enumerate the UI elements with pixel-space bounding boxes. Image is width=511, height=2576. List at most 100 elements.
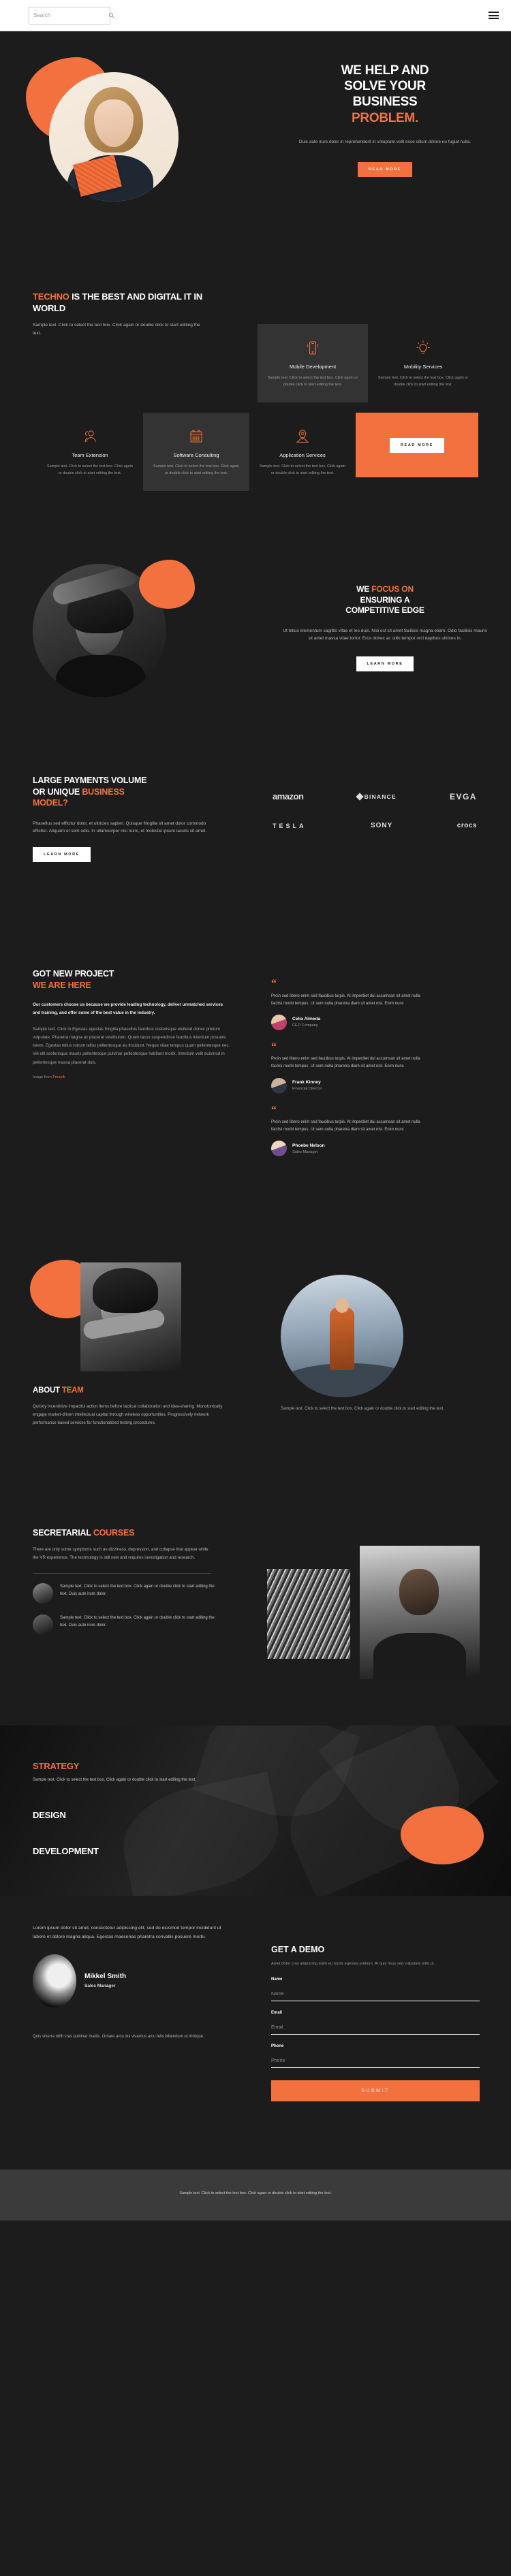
quote-mark-icon: “ — [271, 978, 277, 989]
services-grid-row-2: Team Extension Sample text. Click to sel… — [37, 413, 356, 491]
payments-title-line-2-white: OR UNIQUE — [33, 786, 82, 797]
testimonial-author: Frank Kinney Financial Director — [271, 1077, 482, 1094]
service-card-mobile-development[interactable]: Mobile Development Sample text. Click to… — [258, 324, 368, 402]
strategy-step-development[interactable]: DEVELOPMENT — [33, 1846, 203, 1856]
page-footer: Sample text. Click to select the text bo… — [0, 2169, 511, 2221]
courses-title-white: SECRETARIAL — [33, 1528, 93, 1538]
list-item[interactable]: Sample text. Click to select the text bo… — [33, 1614, 218, 1635]
payments-title: LARGE PAYMENTS VOLUME OR UNIQUE BUSINESS… — [33, 775, 223, 809]
list-item[interactable]: Sample text. Click to select the text bo… — [33, 1583, 218, 1604]
services-grid-row-1: Mobile Development Sample text. Click to… — [258, 324, 478, 402]
decorative-orange-blob — [139, 560, 195, 609]
testimonial-author-name: Celia Almeda — [292, 1017, 321, 1022]
courses-portrait-body — [373, 1633, 466, 1679]
strategy-section: STRATEGY Sample text. Click to select th… — [0, 1726, 511, 1896]
service-card-software-consulting[interactable]: Software Consulting Sample text. Click t… — [143, 413, 249, 491]
about-title-white: ABOUT — [33, 1386, 62, 1395]
form-field-phone: Phone — [271, 2044, 480, 2068]
testimonial-author-role: Sales Manager — [292, 1149, 318, 1154]
courses-portrait-face — [399, 1569, 439, 1615]
service-card-team-extension[interactable]: Team Extension Sample text. Click to sel… — [37, 413, 143, 491]
focus-text: Ut tellus elementum sagittis vitae et le… — [283, 628, 487, 641]
courses-text: There are only some symptoms such as diz… — [33, 1547, 208, 1560]
hero-title-line-4: PROBLEM. — [352, 110, 418, 125]
service-card-text: Sample text. Click to select the text bo… — [267, 376, 358, 387]
quote-mark-icon: “ — [271, 1040, 277, 1053]
demo-person-name: Mikkel Smith — [84, 1973, 127, 1981]
get-a-demo-section: Lorem ipsum dolor sit amet, consectetur … — [0, 1896, 511, 2169]
strategy-step-design[interactable]: DESIGN — [33, 1810, 203, 1820]
service-card-title: Application Services — [279, 452, 326, 458]
image-credit-link[interactable]: Freepik — [52, 1075, 65, 1079]
brand-logo-evga: EVGA — [449, 791, 477, 801]
service-card-mobility-services[interactable]: Mobility Services Sample text. Click to … — [368, 324, 478, 402]
divider — [33, 1572, 211, 1574]
users-icon — [46, 428, 134, 445]
services-heading-block: TECHNO IS THE BEST AND DIGITAL IT IN WOR… — [33, 291, 237, 337]
testimonials-lead: Our customers choose us because we provi… — [33, 1002, 223, 1016]
testimonial-text: Proin sed libero enim sed faucibus turpi… — [271, 993, 420, 1006]
form-field-email: Email — [271, 2011, 480, 2035]
hero-read-more-button[interactable]: READ MORE — [357, 161, 412, 177]
testimonials-section: GOT NEW PROJECT WE ARE HERE Our customer… — [0, 941, 511, 1224]
quote-mark-icon: “ — [271, 1104, 277, 1116]
phone-field[interactable] — [271, 2056, 480, 2068]
service-card-title: Mobile Development — [289, 364, 337, 370]
testimonial-author-role: CEO Company — [292, 1023, 318, 1028]
service-card-title: Software Consulting — [173, 452, 219, 458]
service-card-text: Sample text. Click to select the text bo… — [47, 464, 133, 475]
focus-title-line-2: ENSURING A — [360, 594, 410, 605]
service-card-title: Team Extension — [72, 452, 108, 458]
services-cta-block: READ MORE — [356, 413, 478, 477]
service-card-application-services[interactable]: Application Services Sample text. Click … — [249, 413, 356, 491]
map-pin-icon — [259, 428, 346, 445]
focus-title: WE FOCUS ON ENSURING A COMPETITIVE EDGE — [283, 584, 487, 616]
focus-title-accent: FOCUS ON — [371, 584, 414, 594]
courses-section: SECRETARIAL COURSES There are only some … — [0, 1504, 511, 1726]
payments-learn-more-button[interactable]: LEARN MORE — [33, 847, 91, 863]
avatar — [271, 1141, 287, 1157]
hero-subtitle: Duis aute irure dolor in reprehenderit i… — [298, 139, 471, 144]
testimonials-title: GOT NEW PROJECT WE ARE HERE — [33, 968, 237, 991]
focus-title-part1: WE — [356, 584, 372, 594]
testimonial-quote: “ Proin sed libero enim sed faucibus tur… — [271, 1040, 482, 1094]
about-team-title: ABOUT TEAM — [33, 1386, 237, 1395]
course-item-text: Sample text. Click to select the text bo… — [60, 1584, 215, 1596]
focus-learn-more-button[interactable]: LEARN MORE — [356, 656, 414, 671]
testimonials-title-line-2: WE ARE HERE — [33, 980, 91, 990]
strategy-step-strategy[interactable]: STRATEGY — [33, 1761, 203, 1771]
services-title-accent: TECHNO — [33, 291, 69, 302]
brand-logo-crocs: crocs — [456, 822, 477, 829]
about-figure-head — [335, 1298, 349, 1313]
focus-portrait-body — [56, 655, 146, 697]
focus-section: WE FOCUS ON ENSURING A COMPETITIVE EDGE … — [0, 515, 511, 746]
submit-button[interactable]: SUBMIT — [271, 2080, 480, 2101]
testimonial-quote: “ Proin sed libero enim sed faucibus tur… — [271, 1104, 482, 1157]
about-team-content: ABOUT TEAM Quickly incentivize impactful… — [33, 1386, 237, 1427]
lightbulb-icon — [377, 339, 469, 357]
hero-content: WE HELP AND SOLVE YOUR BUSINESS PROBLEM.… — [283, 63, 487, 177]
hamburger-menu-icon[interactable] — [489, 12, 499, 19]
services-read-more-button[interactable]: READ MORE — [389, 437, 444, 453]
hero-section: WE HELP AND SOLVE YOUR BUSINESS PROBLEM.… — [0, 31, 511, 263]
payments-section: LARGE PAYMENTS VOLUME OR UNIQUE BUSINESS… — [0, 746, 511, 941]
demo-contact-person: Mikkel Smith Sales Manager — [33, 1954, 237, 2007]
services-section: TECHNO IS THE BEST AND DIGITAL IT IN WOR… — [0, 263, 511, 515]
search-input[interactable] — [33, 12, 108, 18]
testimonial-author-name: Frank Kinney — [292, 1080, 321, 1085]
name-field-label: Name — [271, 1977, 283, 1982]
burger-line — [489, 12, 499, 13]
burger-line — [489, 14, 499, 16]
email-field[interactable] — [271, 2022, 480, 2035]
strategy-step-text: Sample text. Click to select the text bo… — [33, 1778, 196, 1782]
testimonial-quote: “ Proin sed libero enim sed faucibus tur… — [271, 978, 482, 1030]
courses-title-accent: COURSES — [93, 1528, 135, 1538]
hero-title: WE HELP AND SOLVE YOUR BUSINESS PROBLEM. — [283, 63, 487, 126]
name-field[interactable] — [271, 1989, 480, 2001]
search-box[interactable] — [29, 6, 114, 25]
binance-diamond-icon — [355, 792, 364, 801]
search-icon[interactable] — [108, 12, 114, 18]
payments-text: Phasellus sed efficitur dolor, et ultric… — [33, 821, 207, 833]
about-team-text: Quickly incentivize impactful action ite… — [33, 1404, 223, 1425]
service-card-title: Mobility Services — [403, 364, 443, 370]
